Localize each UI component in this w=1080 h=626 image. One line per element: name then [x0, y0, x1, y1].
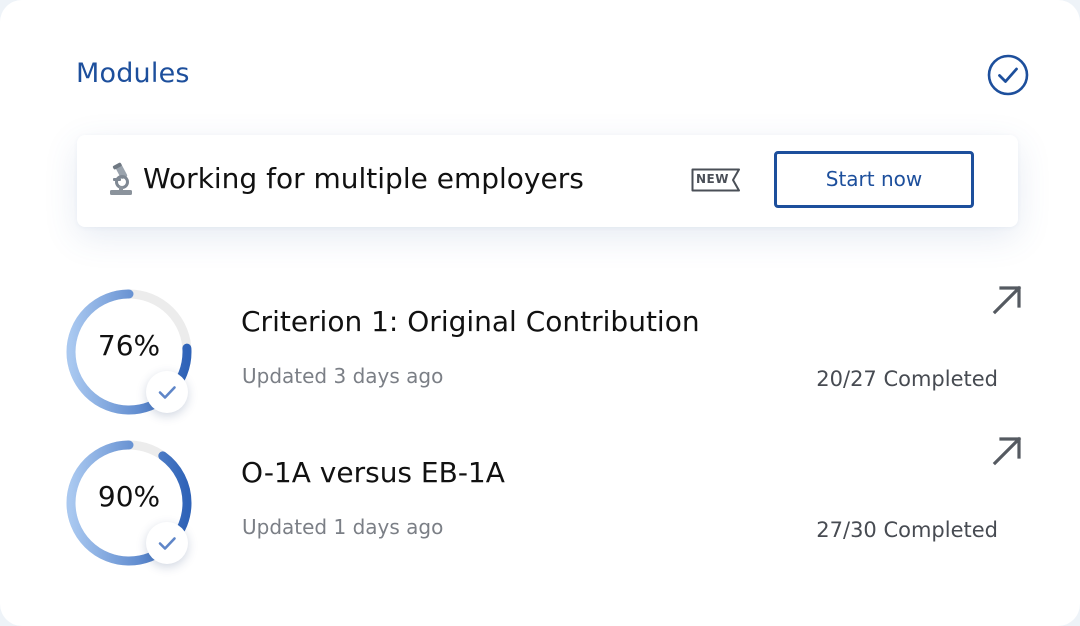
microscope-icon — [110, 162, 132, 195]
module-updated: Updated 3 days ago — [242, 364, 444, 388]
check-icon — [158, 386, 176, 399]
modules-card: Modules Working for multiple employers N… — [0, 0, 1080, 626]
module-completed-count: 20/27 Completed — [816, 367, 998, 391]
progress-percent: 76% — [97, 329, 161, 362]
module-title[interactable]: Criterion 1: Original Contribution — [241, 305, 700, 338]
module-item[interactable]: 76% Criterion 1: Original Contribution U… — [0, 285, 1080, 427]
progress-percent: 90% — [97, 480, 161, 513]
start-now-button[interactable]: Start now — [774, 151, 974, 208]
page-title: Modules — [76, 58, 190, 89]
module-completed-count: 27/30 Completed — [816, 518, 998, 542]
banner-title: Working for multiple employers — [143, 162, 584, 195]
module-item[interactable]: 90% O-1A versus EB-1A Updated 1 days ago… — [0, 436, 1080, 578]
completed-check-badge — [146, 371, 188, 413]
new-badge: NEW — [691, 168, 741, 192]
new-module-banner: Working for multiple employers NEW Start… — [77, 135, 1018, 227]
new-badge-label: NEW — [696, 172, 729, 186]
module-title[interactable]: O-1A versus EB-1A — [241, 456, 505, 489]
completed-check-badge — [146, 522, 188, 564]
module-updated: Updated 1 days ago — [242, 515, 444, 539]
check-icon — [158, 537, 176, 550]
arrow-up-right-icon[interactable] — [990, 283, 1024, 317]
arrow-up-right-icon[interactable] — [990, 434, 1024, 468]
check-circle-icon[interactable] — [987, 54, 1029, 96]
